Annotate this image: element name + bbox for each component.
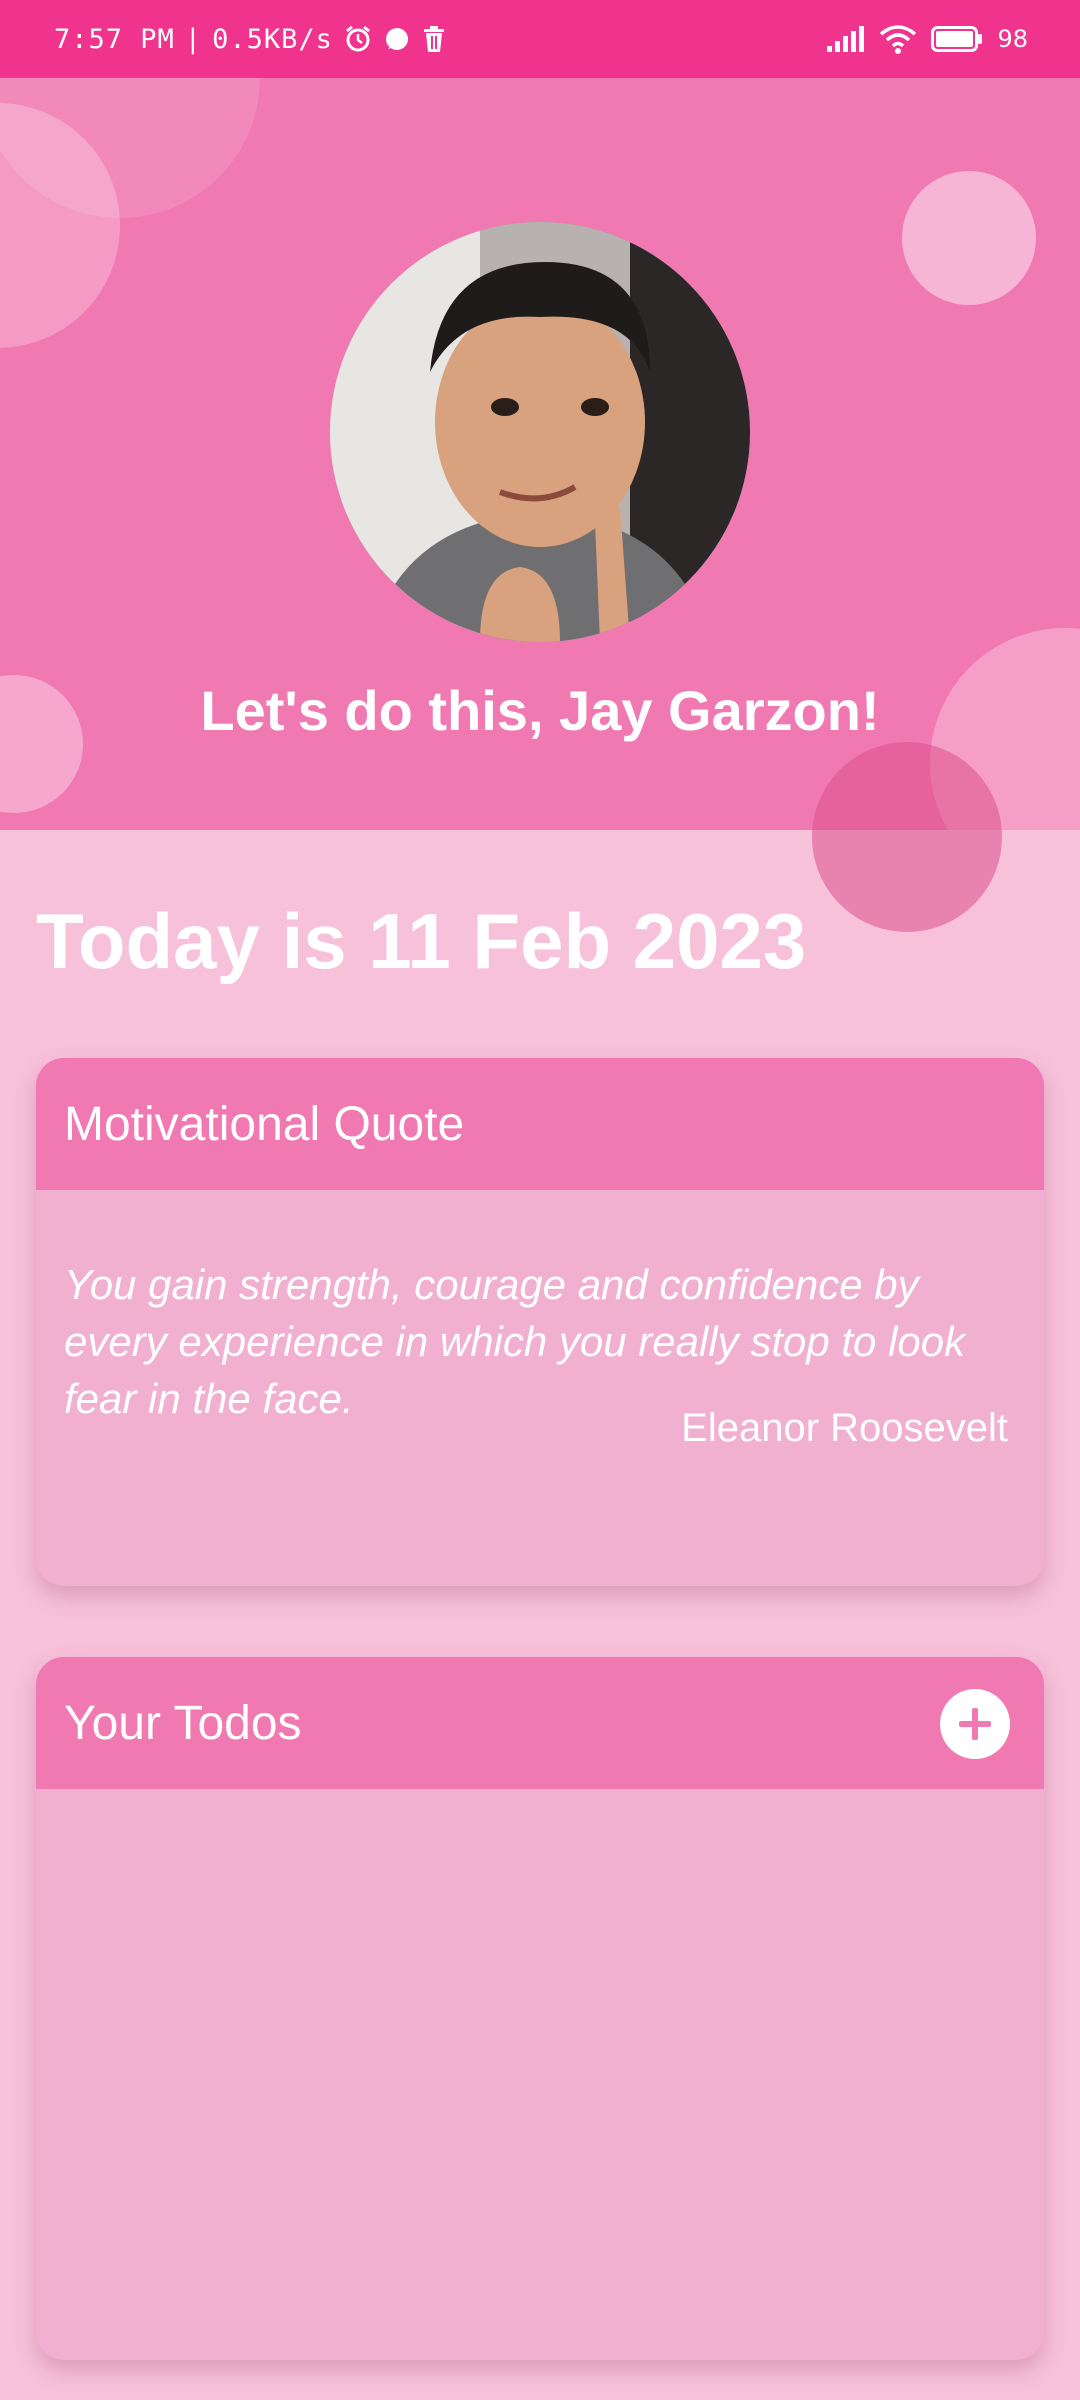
avatar-photo [330,222,750,642]
profile-header: Let's do this, Jay Garzon! [0,78,1080,830]
wifi-icon [879,24,917,54]
date-heading: Today is 11 Feb 2023 [36,897,807,985]
greeting-title: Let's do this, Jay Garzon! [200,679,880,742]
trash-icon [421,25,447,53]
status-time: 7:57 PM [54,23,175,55]
todos-card-header: Your Todos [36,1657,1044,1789]
battery-level: 98 [997,25,1028,53]
signal-icon [827,26,865,52]
battery-icon [931,26,983,52]
status-bar-right: 98 [827,0,1028,78]
quote-text: You gain strength, courage and confidenc… [64,1261,966,1422]
quote-card: Motivational Quote You gain strength, co… [36,1058,1044,1586]
todos-card: Your Todos [36,1657,1044,2360]
quote-card-title: Motivational Quote [64,1097,465,1151]
plus-icon [959,1708,991,1740]
status-net-speed: 0.5KB/s [212,23,333,55]
add-todo-button[interactable] [940,1689,1010,1759]
chat-icon [383,25,411,53]
avatar[interactable] [330,222,750,642]
todos-card-title: Your Todos [64,1696,302,1750]
decor-bubble-large [812,742,1002,932]
alarm-icon [343,24,373,54]
status-separator: | [184,23,203,55]
quote-card-header: Motivational Quote [36,1058,1044,1190]
decor-bubble [902,171,1036,305]
status-bar-left: 7:57 PM | 0.5KB/s [54,0,447,78]
quote-author: Eleanor Roosevelt [681,1406,1008,1450]
status-bar: 7:57 PM | 0.5KB/s 98 [0,0,1080,78]
